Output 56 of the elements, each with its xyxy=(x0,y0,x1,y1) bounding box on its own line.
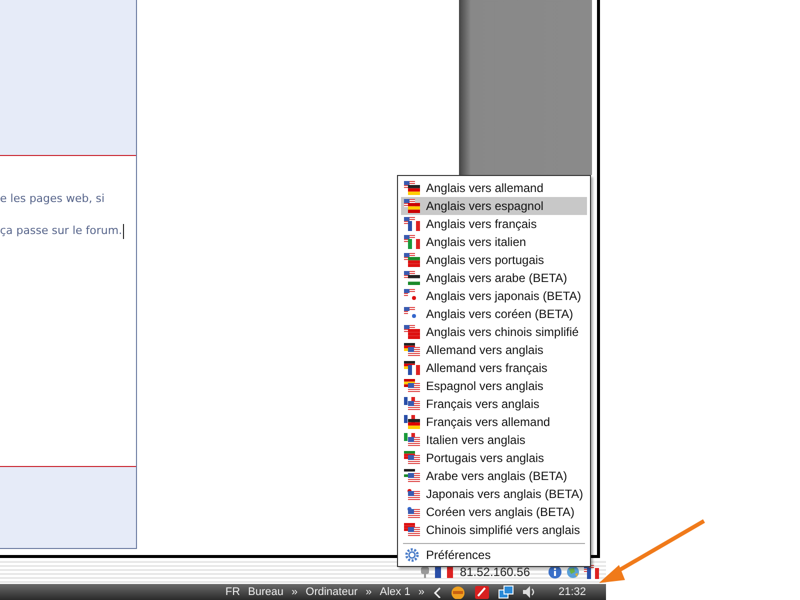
menu-item[interactable]: Anglais vers japonais (BETA) xyxy=(401,287,588,305)
menu-item[interactable]: Italien vers anglais xyxy=(401,431,588,449)
menu-item[interactable]: Arabe vers anglais (BETA) xyxy=(401,467,588,485)
flags-icon xyxy=(404,469,420,483)
app-icon[interactable] xyxy=(450,585,466,599)
gear-icon xyxy=(404,548,420,562)
menu-item[interactable]: Anglais vers arabe (BETA) xyxy=(401,269,588,287)
menu-item[interactable]: Anglais vers allemand xyxy=(401,179,588,197)
taskbar-item[interactable]: Alex 1 xyxy=(380,585,410,599)
taskbar-item[interactable]: Ordinateur xyxy=(306,585,358,599)
menu-item[interactable]: Chinois simplifié vers anglais xyxy=(401,521,588,539)
flags-icon xyxy=(404,433,420,447)
taskbar-item[interactable]: Bureau xyxy=(248,585,284,599)
flags-icon xyxy=(404,199,420,213)
text-line: e les pages web, si xyxy=(0,192,105,205)
flags-icon xyxy=(404,523,420,537)
taskbar-item[interactable]: » xyxy=(292,585,298,599)
flags-icon xyxy=(404,235,420,249)
menu-item[interactable]: Anglais vers espagnol xyxy=(401,197,588,215)
menu-item[interactable]: Français vers anglais xyxy=(401,395,588,413)
menu-item[interactable]: Français vers allemand xyxy=(401,413,588,431)
flags-icon xyxy=(404,451,420,465)
flags-icon xyxy=(404,253,420,267)
chevron-icon[interactable] xyxy=(432,586,442,598)
network-icon[interactable] xyxy=(498,585,514,599)
menu-item[interactable]: Anglais vers coréen (BETA) xyxy=(401,305,588,323)
speaker-icon[interactable] xyxy=(522,585,536,599)
taskbar-item[interactable]: » xyxy=(366,585,372,599)
menu-item[interactable]: Allemand vers anglais xyxy=(401,341,588,359)
text-line: ça passe sur le forum. xyxy=(0,224,122,237)
menu-item[interactable]: Anglais vers chinois simplifié xyxy=(401,323,588,341)
flags-icon xyxy=(404,397,420,411)
flags-icon xyxy=(404,271,420,285)
shield-icon[interactable] xyxy=(474,585,490,599)
menu-item[interactable]: Anglais vers français xyxy=(401,215,588,233)
menu-item[interactable]: Japonais vers anglais (BETA) xyxy=(401,485,588,503)
menu-item[interactable]: Anglais vers portugais xyxy=(401,251,588,269)
menu-item[interactable]: Allemand vers français xyxy=(401,359,588,377)
menu-item[interactable]: Coréen vers anglais (BETA) xyxy=(401,503,588,521)
flags-icon xyxy=(404,379,420,393)
flags-icon xyxy=(404,343,420,357)
menu-item[interactable]: Portugais vers anglais xyxy=(401,449,588,467)
flags-icon xyxy=(404,361,420,375)
gadget-icon xyxy=(418,564,431,578)
clock[interactable]: 21:32 xyxy=(558,585,586,599)
flags-icon xyxy=(404,181,420,195)
flags-icon xyxy=(404,415,420,429)
taskbar-item[interactable]: » xyxy=(418,585,424,599)
flags-icon xyxy=(404,325,420,339)
menu-item[interactable]: Préférences xyxy=(401,546,588,564)
ip-address: 81.52.160.56 xyxy=(460,564,530,578)
menu-item[interactable]: Espagnol vers anglais xyxy=(401,377,588,395)
taskbar-item[interactable]: FR xyxy=(225,585,240,599)
menu-item[interactable]: Anglais vers italien xyxy=(401,233,588,251)
flags-icon xyxy=(404,217,420,231)
text-cursor xyxy=(123,224,124,239)
